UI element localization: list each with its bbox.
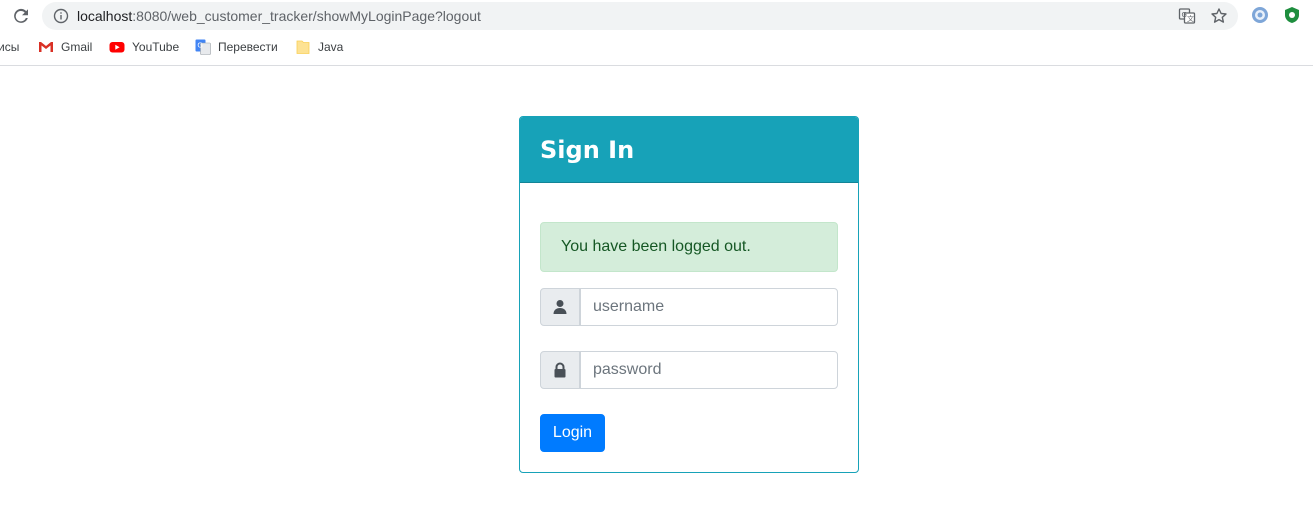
bookmark-label: Gmail: [61, 40, 93, 54]
gmail-icon: [38, 39, 54, 55]
password-group: [540, 351, 838, 389]
folder-icon: [295, 39, 311, 55]
url-host: localhost: [77, 8, 133, 24]
lock-icon: [540, 351, 580, 389]
google-translate-icon: G: [195, 39, 211, 55]
logout-alert: You have been logged out.: [540, 222, 838, 272]
address-bar[interactable]: localhost:8080/web_customer_tracker/show…: [42, 2, 1238, 30]
svg-text:文: 文: [1187, 14, 1194, 23]
username-input[interactable]: [580, 288, 838, 326]
bookmark-folder-java[interactable]: Java: [295, 39, 343, 55]
shield-extension-icon[interactable]: [1283, 6, 1301, 24]
star-icon[interactable]: [1210, 7, 1228, 25]
svg-text:G: G: [197, 42, 202, 50]
url-text[interactable]: localhost:8080/web_customer_tracker/show…: [77, 8, 481, 24]
bookmark-label: YouTube: [132, 40, 180, 54]
bookmark-label: Перевести: [218, 40, 278, 54]
login-button[interactable]: Login: [540, 414, 605, 452]
info-icon[interactable]: [53, 8, 69, 24]
bookmark-label: исы: [0, 40, 20, 54]
password-input[interactable]: [580, 351, 838, 389]
bookmark-label: Java: [318, 40, 344, 54]
bookmarks-bar: исы Gmail YouTube G Перевести Java: [0, 36, 1313, 58]
reload-icon[interactable]: [11, 6, 31, 26]
card-title: Sign In: [540, 135, 635, 164]
alert-text: You have been logged out.: [561, 238, 751, 255]
login-card: Sign In You have been logged out. Login: [519, 116, 859, 473]
username-group: [540, 288, 838, 326]
bookmark-youtube[interactable]: YouTube: [109, 39, 179, 55]
bookmark-translate[interactable]: G Перевести: [195, 39, 278, 55]
extension-icon[interactable]: [1251, 6, 1269, 24]
browser-chrome: localhost:8080/web_customer_tracker/show…: [0, 0, 1313, 66]
user-icon: [540, 288, 580, 326]
youtube-icon: [109, 39, 125, 55]
url-path: :8080/web_customer_tracker/showMyLoginPa…: [132, 8, 481, 24]
bookmark-gmail[interactable]: Gmail: [38, 39, 92, 55]
card-header: Sign In: [520, 117, 858, 183]
bookmark-apps[interactable]: исы: [0, 39, 19, 55]
translate-icon[interactable]: G文: [1178, 7, 1196, 25]
